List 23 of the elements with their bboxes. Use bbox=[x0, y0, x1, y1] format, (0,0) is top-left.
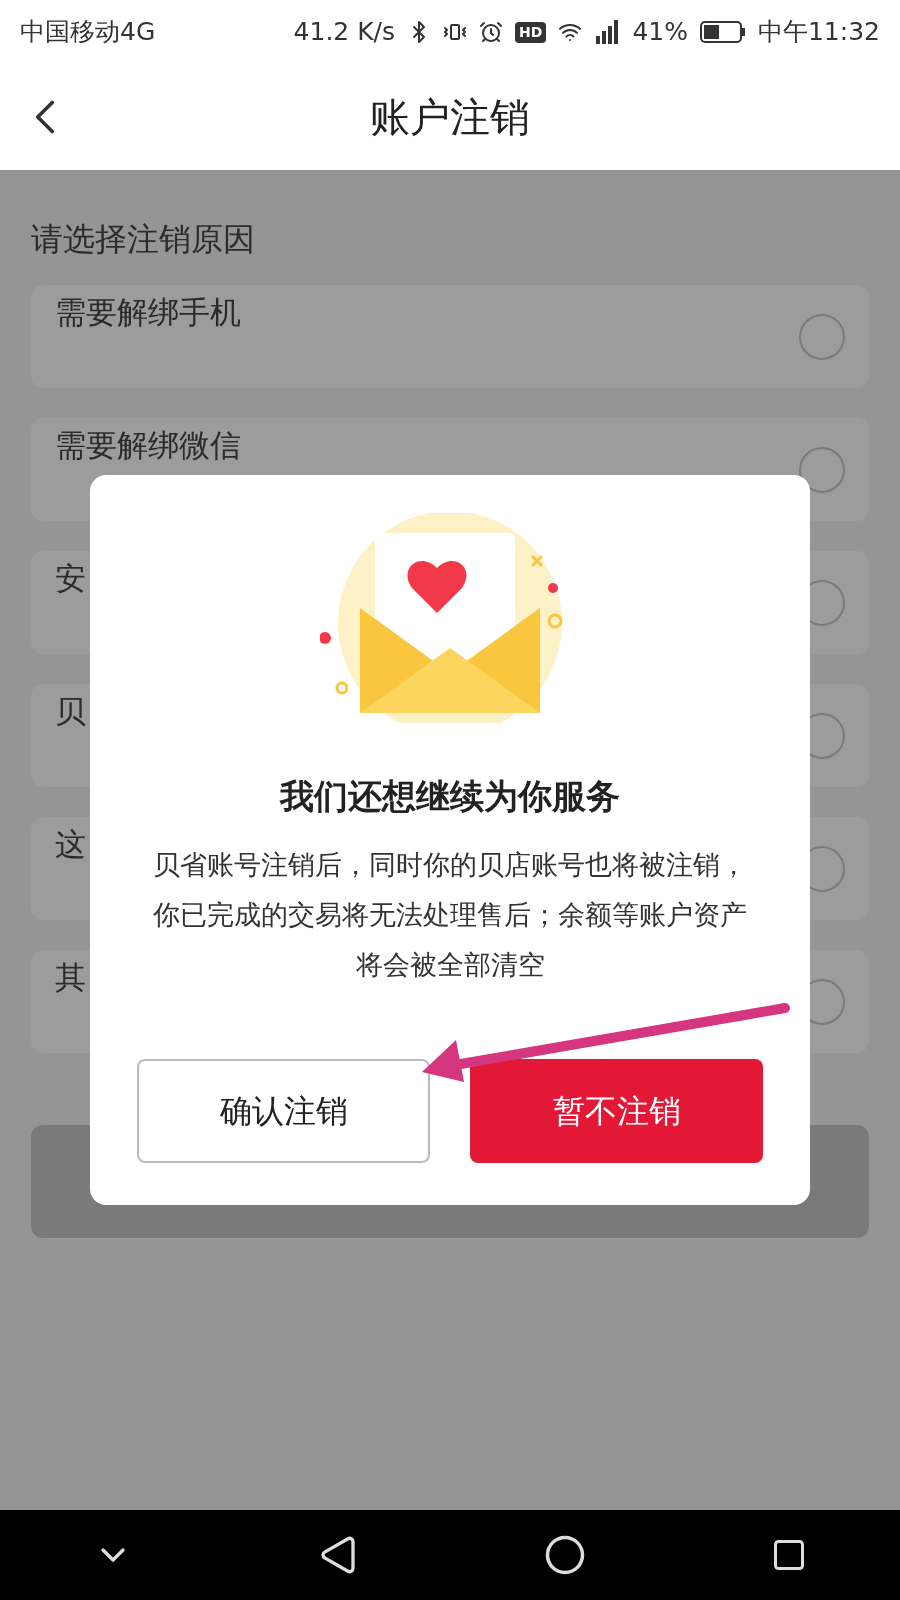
reason-label: 需要解绑微信 bbox=[55, 428, 241, 462]
reason-label: 贝 bbox=[55, 694, 86, 728]
section-label: 请选择注销原因 bbox=[31, 219, 256, 260]
cancel-button[interactable]: 暂不注销 bbox=[470, 1059, 763, 1163]
confirm-button[interactable]: 确认注销 bbox=[137, 1059, 430, 1163]
dialog-title: 我们还想继续为你服务 bbox=[280, 775, 620, 818]
network-speed: 41.2 K/s bbox=[293, 16, 396, 49]
alarm-icon bbox=[479, 20, 504, 44]
home-icon[interactable] bbox=[543, 1534, 586, 1576]
reason-label: 这 bbox=[55, 827, 86, 861]
battery-percent: 41% bbox=[632, 16, 688, 49]
page-title: 账户注销 bbox=[370, 93, 530, 142]
signal-icon bbox=[594, 20, 621, 44]
reason-label: 安 bbox=[55, 561, 86, 595]
reason-option[interactable]: 需要解绑手机 bbox=[31, 285, 869, 388]
dialog-message: 贝省账号注销后，同时你的贝店账号也将被注销，你已完成的交易将无法处理售后；余额等账户资产将会被全部清空 bbox=[152, 848, 748, 982]
reason-label: 其 bbox=[55, 960, 86, 994]
carrier-text: 中国移动4G bbox=[20, 16, 156, 49]
reason-label: 需要解绑手机 bbox=[55, 295, 241, 329]
battery-icon bbox=[699, 20, 746, 44]
radio-button[interactable] bbox=[799, 313, 845, 360]
clock-text: 中午11:32 bbox=[757, 16, 880, 49]
hd-badge: HD bbox=[515, 21, 547, 43]
